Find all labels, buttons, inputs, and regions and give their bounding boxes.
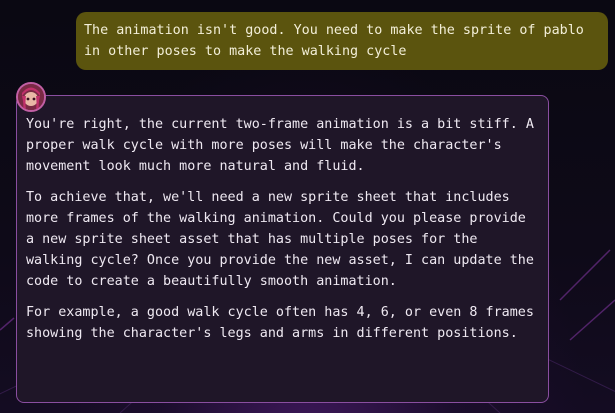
user-message-text: The animation isn't good. You need to ma… xyxy=(84,23,584,59)
user-message-bubble: The animation isn't good. You need to ma… xyxy=(76,12,608,70)
assistant-paragraph: You're right, the current two-frame anim… xyxy=(26,117,534,174)
assistant-paragraph: For example, a good walk cycle often has… xyxy=(26,305,534,341)
assistant-message-bubble: You're right, the current two-frame anim… xyxy=(16,95,549,403)
character-avatar-icon xyxy=(16,82,46,112)
assistant-paragraph: To achieve that, we'll need a new sprite… xyxy=(26,190,534,289)
